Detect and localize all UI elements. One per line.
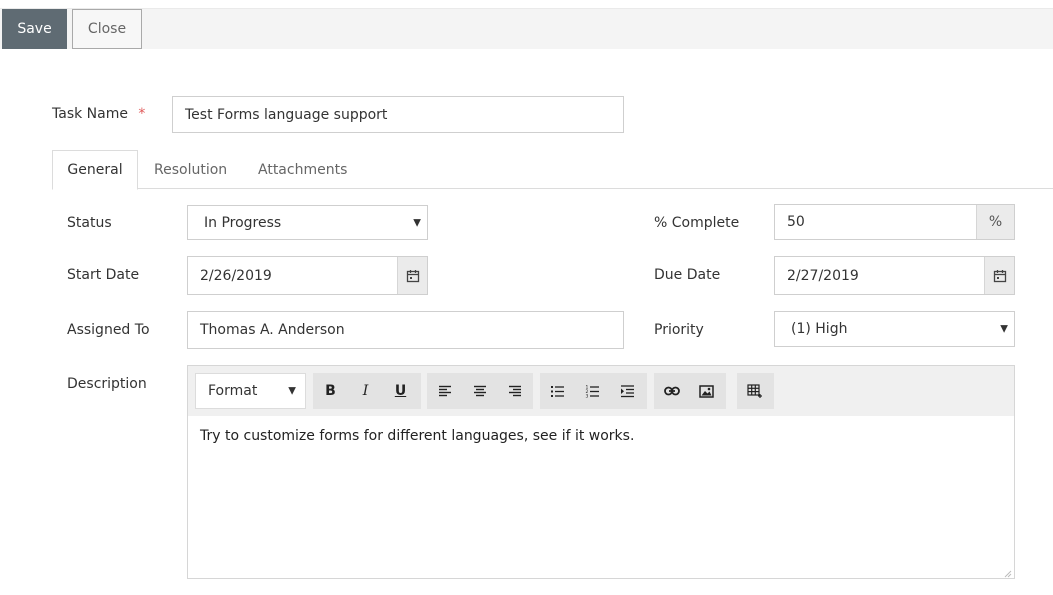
close-button[interactable]: Close (72, 9, 142, 49)
svg-text:3: 3 (586, 393, 589, 398)
task-name-value: Test Forms language support (185, 106, 388, 123)
percent-addon: % (976, 205, 1014, 239)
start-date-value: 2/26/2019 (200, 267, 272, 284)
assigned-to-value: Thomas A. Anderson (200, 322, 345, 338)
chevron-down-icon: ▼ (288, 385, 296, 397)
task-name-label-text: Task Name (52, 106, 128, 122)
start-date-input[interactable]: 2/26/2019 (187, 256, 428, 295)
required-marker: * (138, 106, 146, 122)
task-name-label: Task Name * (52, 105, 145, 123)
chevron-down-icon: ▼ (1000, 323, 1008, 335)
percent-complete-label: % Complete (654, 215, 740, 231)
editor-toolbar: Format ▼ B I U 123 (188, 366, 1014, 416)
priority-label: Priority (654, 322, 704, 338)
format-label: Format (208, 383, 258, 399)
alignment-group (427, 373, 533, 409)
link-icon[interactable] (654, 373, 689, 409)
due-date-input[interactable]: 2/27/2019 (774, 256, 1015, 295)
due-date-value: 2/27/2019 (787, 267, 859, 284)
resize-grip-icon[interactable] (1002, 566, 1012, 578)
assigned-to-label: Assigned To (67, 322, 150, 338)
assigned-to-input[interactable]: Thomas A. Anderson (187, 311, 624, 349)
priority-value: (1) High (791, 321, 848, 337)
start-date-label: Start Date (67, 267, 140, 283)
table-group (737, 373, 774, 409)
numbered-list-icon[interactable]: 123 (575, 373, 610, 409)
bulleted-list-icon[interactable] (540, 373, 575, 409)
editor-content[interactable]: Try to customize forms for different lan… (200, 428, 634, 444)
status-value: In Progress (204, 214, 282, 231)
align-right-icon[interactable] (497, 373, 532, 409)
priority-select[interactable]: (1) High ▼ (774, 311, 1015, 347)
tab-general[interactable]: General (52, 150, 138, 190)
insert-group (654, 373, 726, 409)
tab-attachments[interactable]: Attachments (258, 150, 347, 190)
calendar-icon[interactable] (397, 257, 427, 294)
tab-resolution[interactable]: Resolution (154, 150, 227, 190)
align-center-icon[interactable] (462, 373, 497, 409)
save-button[interactable]: Save (2, 9, 67, 49)
list-group: 123 (540, 373, 647, 409)
italic-icon[interactable]: I (348, 373, 383, 409)
command-toolbar (0, 8, 1053, 49)
image-icon[interactable] (689, 373, 724, 409)
status-select[interactable]: In Progress ▼ (187, 205, 428, 240)
bold-icon[interactable]: B (313, 373, 348, 409)
underline-icon[interactable]: U (383, 373, 418, 409)
indent-icon[interactable] (610, 373, 645, 409)
due-date-label: Due Date (654, 267, 721, 283)
description-label: Description (67, 376, 147, 392)
chevron-down-icon: ▼ (413, 217, 421, 228)
rich-text-editor[interactable]: Format ▼ B I U 123 Try to customize form… (187, 365, 1015, 579)
text-style-group: B I U (313, 373, 421, 409)
percent-complete-value: 50 (787, 214, 805, 230)
format-dropdown[interactable]: Format ▼ (195, 373, 306, 409)
task-name-input[interactable]: Test Forms language support (172, 96, 624, 133)
align-left-icon[interactable] (427, 373, 462, 409)
table-icon[interactable] (737, 373, 772, 409)
percent-complete-input[interactable]: 50 % (774, 204, 1015, 240)
calendar-icon[interactable] (984, 257, 1014, 294)
status-label: Status (67, 215, 112, 231)
